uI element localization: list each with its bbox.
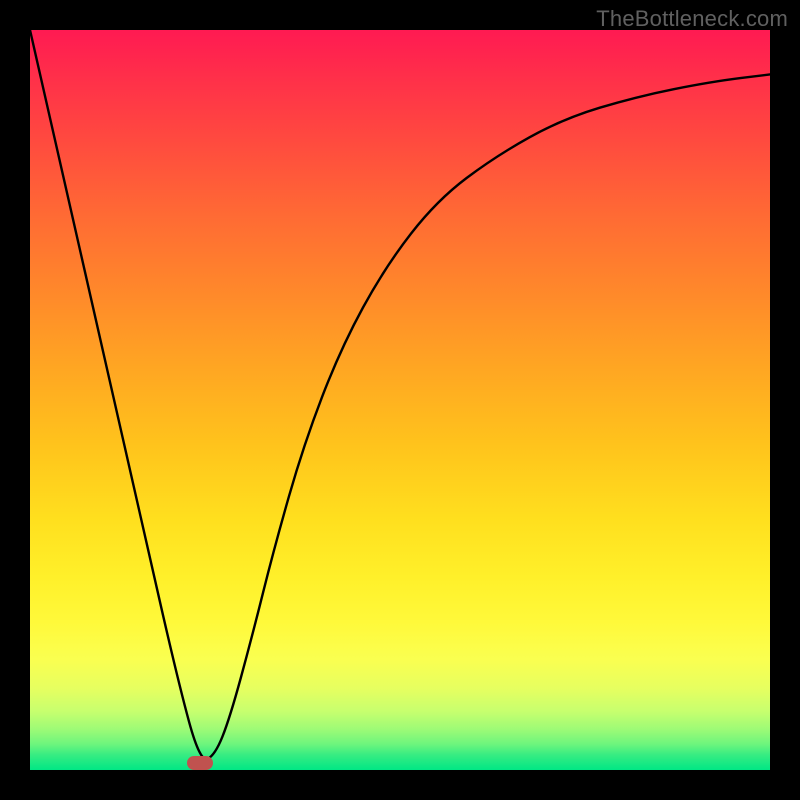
optimal-marker (187, 756, 213, 770)
bottleneck-curve (30, 30, 770, 759)
watermark: TheBottleneck.com (596, 6, 788, 32)
curve-svg (30, 30, 770, 770)
plot-area (30, 30, 770, 770)
chart-frame: TheBottleneck.com (0, 0, 800, 800)
